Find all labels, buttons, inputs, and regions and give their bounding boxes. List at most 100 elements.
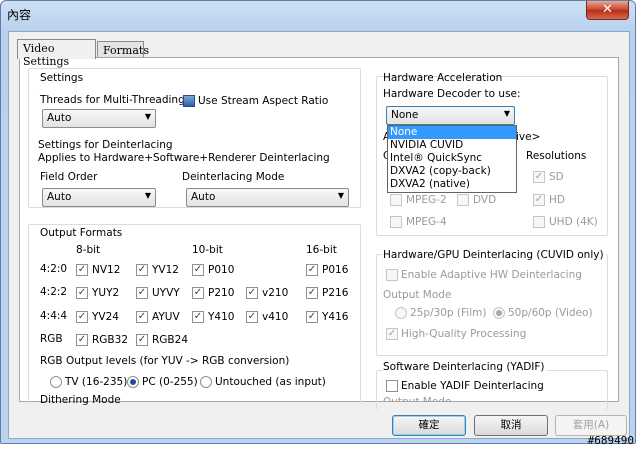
y416-checkbox[interactable]: ✓ <box>306 311 318 323</box>
uyvy-checkbox[interactable]: ✓ <box>136 287 148 299</box>
yadif-checkbox[interactable] <box>386 380 398 392</box>
y410-label: Y410 <box>208 311 235 323</box>
ok-button[interactable]: 確定 <box>392 415 466 436</box>
adaptive-hw-deint-label: Enable Adaptive HW Deinterlacing <box>401 269 582 281</box>
hw-deint-heading: Hardware/GPU Deinterlacing (CUVID only) <box>383 249 606 261</box>
chevron-down-icon: ▼ <box>144 112 151 121</box>
apply-button[interactable]: 套用(A) <box>555 415 627 436</box>
col-8bit: 8-bit <box>76 244 101 256</box>
sd-checkbox[interactable]: ✓ <box>533 171 545 183</box>
stream-aspect-label: Use Stream Aspect Ratio <box>198 95 329 107</box>
levels-tv-label: TV (16-235) <box>65 376 128 388</box>
dvd-checkbox[interactable] <box>457 194 469 206</box>
adaptive-hw-deint-checkbox[interactable] <box>386 269 398 281</box>
dithering-label: Dithering Mode <box>40 394 121 406</box>
sw-deint-heading: Software Deinterlacing (YADIF) <box>383 361 547 373</box>
cancel-button[interactable]: 取消 <box>474 415 548 436</box>
stream-aspect-checkbox[interactable] <box>183 95 195 107</box>
levels-tv-radio[interactable] <box>50 376 62 388</box>
p210-label: P210 <box>208 287 235 299</box>
v210-checkbox[interactable]: ✓ <box>246 287 258 299</box>
p216-checkbox[interactable]: ✓ <box>306 287 318 299</box>
yv24-label: YV24 <box>92 311 119 323</box>
hw-decoder-label: Hardware Decoder to use: <box>383 88 521 100</box>
decoder-option-quicksync[interactable]: Intel® QuickSync <box>388 152 516 165</box>
video-radio[interactable] <box>493 307 505 319</box>
deint-heading: Settings for Deinterlacing <box>38 139 173 151</box>
output-formats-heading: Output Formats <box>40 227 123 239</box>
p216-label: P216 <box>322 287 349 299</box>
decoder-option-none[interactable]: None <box>388 126 516 139</box>
threads-select[interactable]: Auto ▼ <box>42 109 156 128</box>
tab-formats[interactable]: Formats <box>97 41 149 58</box>
film-radio[interactable] <box>395 307 407 319</box>
v410-label: v410 <box>262 311 289 323</box>
chevron-down-icon: ▼ <box>144 191 151 200</box>
v410-checkbox[interactable]: ✓ <box>246 311 258 323</box>
p010-label: P010 <box>208 264 235 276</box>
uhd-checkbox[interactable] <box>533 216 545 228</box>
decoder-option-cuvid[interactable]: NVIDIA CUVID <box>388 139 516 152</box>
rgb32-label: RGB32 <box>92 334 128 346</box>
row-444: 4:4:4 <box>40 310 68 322</box>
window-title: 內容 <box>7 8 32 22</box>
film-label: 25p/30p (Film) <box>410 307 487 319</box>
mpeg2-label: MPEG-2 <box>406 194 447 206</box>
v210-label: v210 <box>262 287 289 299</box>
decoder-option-dxva2-native[interactable]: DXVA2 (native) <box>388 178 516 191</box>
nv12-label: NV12 <box>92 264 121 276</box>
hd-label: HD <box>549 194 565 206</box>
rgb-levels-label: RGB Output levels (for YUV -> RGB conver… <box>40 355 290 367</box>
video-label: 50p/60p (Video) <box>508 307 593 319</box>
mpeg4-checkbox[interactable] <box>390 216 402 228</box>
tab-video-settings[interactable]: Video Settings <box>17 39 96 68</box>
mpeg2-checkbox[interactable] <box>390 194 402 206</box>
hidden-label-tail: ive> <box>516 131 541 143</box>
p210-checkbox[interactable]: ✓ <box>192 287 204 299</box>
hq-processing-label: High-Quality Processing <box>401 328 527 340</box>
levels-pc-radio[interactable] <box>127 376 139 388</box>
row-422: 4:2:2 <box>40 286 68 298</box>
yv12-label: YV12 <box>152 264 179 276</box>
settings-group <box>28 68 361 208</box>
rgb24-checkbox[interactable]: ✓ <box>136 334 148 346</box>
dvd-label: DVD <box>473 194 497 206</box>
yv24-checkbox[interactable]: ✓ <box>76 311 88 323</box>
watermark: #689490 <box>587 434 634 447</box>
yuy2-label: YUY2 <box>92 287 120 299</box>
sw-output-mode-label: Output Mode <box>383 396 452 402</box>
decoder-option-dxva2-copyback[interactable]: DXVA2 (copy-back) <box>388 165 516 178</box>
levels-untouched-radio[interactable] <box>200 376 212 388</box>
deint-subheading: Applies to Hardware+Software+Renderer De… <box>38 152 330 164</box>
y410-checkbox[interactable]: ✓ <box>192 311 204 323</box>
y416-label: Y416 <box>322 311 349 323</box>
field-order-select[interactable]: Auto ▼ <box>42 188 156 207</box>
settings-heading: Settings <box>40 72 84 84</box>
threads-label: Threads for Multi-Threading <box>40 94 185 106</box>
hw-accel-heading: Hardware Acceleration <box>383 72 503 84</box>
p016-checkbox[interactable]: ✓ <box>306 264 318 276</box>
levels-pc-label: PC (0-255) <box>142 376 198 388</box>
close-button[interactable]: ✕ <box>586 1 629 20</box>
yv12-checkbox[interactable]: ✓ <box>136 264 148 276</box>
hq-processing-checkbox[interactable]: ✓ <box>386 328 398 340</box>
chevron-down-icon: ▼ <box>337 191 344 200</box>
levels-untouched-label: Untouched (as input) <box>215 376 326 388</box>
uyvy-label: UYVY <box>152 287 180 299</box>
nv12-checkbox[interactable]: ✓ <box>76 264 88 276</box>
yuy2-checkbox[interactable]: ✓ <box>76 287 88 299</box>
properties-dialog: 內容 ✕ Video Settings Formats Settings Thr… <box>0 0 636 444</box>
row-rgb: RGB <box>40 333 63 345</box>
uhd-label: UHD (4K) <box>549 216 598 228</box>
ayuv-checkbox[interactable]: ✓ <box>136 311 148 323</box>
deint-mode-select[interactable]: Auto ▼ <box>186 188 349 207</box>
hd-checkbox[interactable]: ✓ <box>533 194 545 206</box>
col-16bit: 16-bit <box>306 244 337 256</box>
row-420: 4:2:0 <box>40 263 68 275</box>
video-settings-panel: Settings Threads for Multi-Threading Aut… <box>19 57 619 410</box>
ayuv-label: AYUV <box>152 311 180 323</box>
p010-checkbox[interactable]: ✓ <box>192 264 204 276</box>
field-order-label: Field Order <box>40 171 98 183</box>
hw-decoder-select[interactable]: None ▼ <box>386 106 515 125</box>
rgb32-checkbox[interactable]: ✓ <box>76 334 88 346</box>
